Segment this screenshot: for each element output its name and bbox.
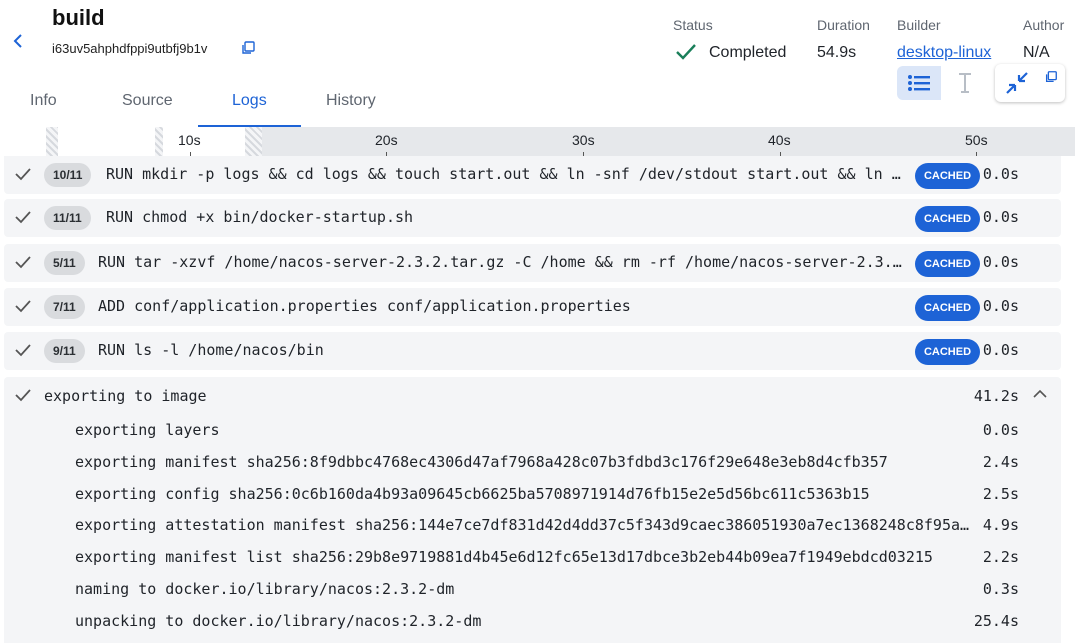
substep-duration: 2.4s	[982, 453, 1019, 471]
step-command: RUN mkdir -p logs && cd logs && touch st…	[106, 165, 906, 183]
tab-source[interactable]: Source	[122, 92, 173, 110]
timeline-tick: 10s	[178, 132, 201, 148]
step-duration: 0.0s	[982, 253, 1019, 271]
duration-value: 54.9s	[817, 44, 857, 61]
page-title: build	[52, 5, 105, 30]
check-icon	[15, 389, 31, 402]
step-duration: 0.0s	[982, 208, 1019, 226]
collapse-expand-button[interactable]	[995, 64, 1065, 102]
text-cursor-icon	[959, 73, 971, 93]
export-substeps: exporting layers 0.0s exporting manifest…	[4, 415, 1061, 643]
plain-text-view-button[interactable]	[943, 66, 987, 100]
tab-info[interactable]: Info	[30, 92, 57, 110]
view-toggle	[897, 66, 987, 102]
substep-duration: 25.4s	[973, 612, 1019, 630]
timeline-hatch	[46, 127, 58, 156]
substep-text: exporting layers	[75, 421, 220, 439]
check-icon	[15, 211, 31, 224]
timeline-tick: 40s	[768, 132, 791, 148]
substep-duration: 2.5s	[982, 485, 1019, 503]
timeline-tick: 30s	[572, 132, 595, 148]
step-duration: 0.0s	[982, 341, 1019, 359]
builder-label: Builder	[897, 17, 941, 33]
tab-bar: Info Source Logs History	[0, 78, 900, 128]
step-command: RUN chmod +x bin/docker-startup.sh	[106, 208, 414, 226]
check-icon	[15, 344, 31, 357]
substep-duration: 0.3s	[982, 580, 1019, 598]
timeline-hatch	[155, 127, 163, 156]
timeline-tick: 20s	[375, 132, 398, 148]
substep-text: unpacking to docker.io/library/nacos:2.3…	[75, 612, 482, 630]
author-label: Author	[1023, 17, 1065, 33]
step-duration: 0.0s	[982, 165, 1019, 183]
check-icon	[15, 300, 31, 313]
substep-duration: 2.2s	[982, 548, 1019, 566]
cached-badge: CACHED	[915, 339, 980, 365]
step-badge: 5/11	[44, 251, 85, 275]
timeline: 10s 20s 30s 40s 50s	[0, 127, 1075, 156]
step-row[interactable]: 7/11 ADD conf/application.properties con…	[4, 288, 1061, 326]
step-command: RUN ls -l /home/nacos/bin	[98, 341, 324, 359]
export-step-duration: 41.2s	[973, 387, 1019, 405]
step-command: ADD conf/application.properties conf/app…	[98, 297, 631, 315]
cached-badge: CACHED	[915, 295, 980, 321]
cached-badge: CACHED	[915, 251, 980, 277]
builder-link[interactable]: desktop-linux	[897, 44, 991, 62]
step-badge: 7/11	[44, 295, 85, 319]
timeline-hatch	[245, 127, 262, 156]
step-duration: 0.0s	[982, 297, 1019, 315]
substep-duration: 0.0s	[982, 421, 1019, 439]
build-id: i63uv5ahphdfppi9utbfj9b1v	[52, 41, 208, 56]
back-button[interactable]	[8, 30, 28, 52]
step-row[interactable]: 5/11 RUN tar -xzvf /home/nacos-server-2.…	[4, 244, 1061, 282]
check-icon	[15, 168, 31, 181]
step-badge: 10/11	[44, 163, 92, 187]
substep-text: naming to docker.io/library/nacos:2.3.2-…	[75, 580, 455, 598]
timeline-tick: 50s	[965, 132, 988, 148]
check-icon	[15, 256, 31, 269]
duration-label: Duration	[817, 17, 870, 33]
author-value: N/A	[1023, 44, 1050, 61]
export-step-row[interactable]: exporting to image 41.2s	[4, 377, 1061, 415]
copy-icon	[1045, 71, 1057, 83]
list-icon	[908, 75, 930, 91]
cached-badge: CACHED	[915, 206, 980, 232]
step-row[interactable]: 10/11 RUN mkdir -p logs && cd logs && to…	[4, 156, 1061, 194]
step-command: RUN tar -xzvf /home/nacos-server-2.3.2.t…	[98, 253, 908, 271]
substep-text: exporting manifest sha256:8f9dbbc4768ec4…	[75, 453, 888, 471]
status-value: Completed	[709, 44, 787, 61]
substep-text: exporting manifest list sha256:29b8e9719…	[75, 548, 933, 566]
export-step-label: exporting to image	[44, 387, 207, 405]
cached-badge: CACHED	[915, 163, 980, 189]
check-icon	[674, 42, 698, 62]
step-row[interactable]: 11/11 RUN chmod +x bin/docker-startup.sh…	[4, 199, 1061, 237]
step-badge: 11/11	[44, 206, 91, 230]
substep-text: exporting attestation manifest sha256:14…	[75, 516, 970, 534]
substep-duration: 4.9s	[982, 516, 1019, 534]
copy-icon[interactable]	[240, 40, 256, 56]
chevron-up-icon[interactable]	[1031, 385, 1049, 403]
status-label: Status	[673, 17, 713, 33]
chevron-left-icon	[13, 34, 22, 48]
list-view-button[interactable]	[897, 66, 941, 100]
collapse-arrows-icon	[1006, 72, 1028, 94]
tab-history[interactable]: History	[326, 92, 376, 110]
tab-logs[interactable]: Logs	[232, 92, 267, 110]
substep-text: exporting config sha256:0c6b160da4b93a09…	[75, 485, 870, 503]
step-row[interactable]: 9/11 RUN ls -l /home/nacos/bin CACHED 0.…	[4, 332, 1061, 370]
step-badge: 9/11	[44, 339, 85, 363]
